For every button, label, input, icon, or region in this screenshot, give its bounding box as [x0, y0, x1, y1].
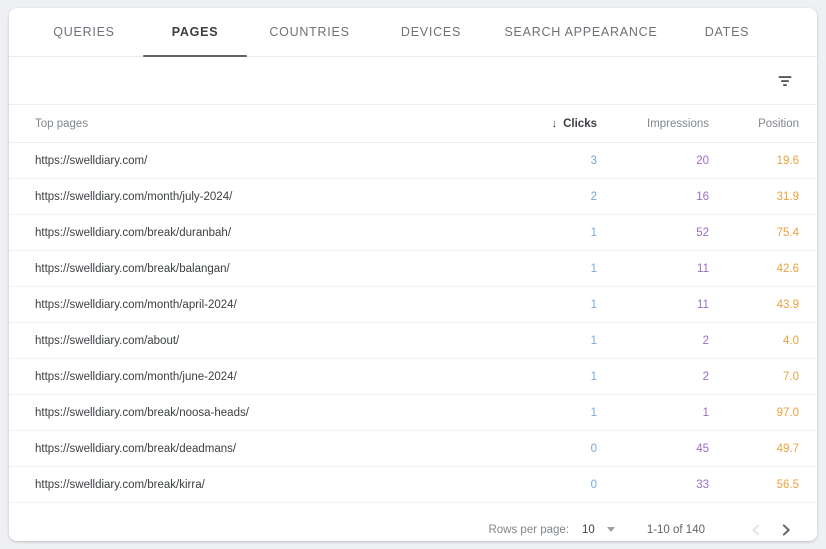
- row-impressions: 1: [702, 406, 709, 419]
- tab-devices[interactable]: DEVICES: [372, 8, 490, 57]
- row-position: 42.6: [776, 262, 799, 275]
- tab-queries-label: QUERIES: [53, 24, 115, 39]
- table-row[interactable]: https://swelldiary.com/break/balangan/ 1…: [9, 251, 817, 287]
- row-position: 97.0: [776, 406, 799, 419]
- row-impressions: 52: [696, 226, 709, 239]
- row-page-url: https://swelldiary.com/break/balangan/: [35, 262, 230, 275]
- row-clicks: 0: [590, 478, 597, 491]
- column-header-position-label: Position: [758, 117, 799, 130]
- row-page-url: https://swelldiary.com/month/july-2024/: [35, 190, 233, 203]
- tab-dates[interactable]: DATES: [672, 8, 782, 57]
- row-clicks: 1: [590, 298, 597, 311]
- table-row[interactable]: https://swelldiary.com/month/april-2024/…: [9, 287, 817, 323]
- rows-per-page-select[interactable]: 10: [582, 524, 615, 536]
- column-header-impressions[interactable]: Impressions: [597, 118, 709, 130]
- row-page-url: https://swelldiary.com/month/june-2024/: [35, 370, 237, 383]
- chevron-left-icon: [752, 524, 759, 535]
- rows-per-page-label: Rows per page:: [488, 523, 570, 536]
- results-table: Top pages ↓ Clicks Impressions Position h…: [9, 105, 817, 503]
- row-impressions: 20: [696, 154, 709, 167]
- table-row[interactable]: https://swelldiary.com/month/july-2024/ …: [9, 179, 817, 215]
- row-position: 31.9: [776, 190, 799, 203]
- row-page-url: https://swelldiary.com/: [35, 154, 148, 167]
- row-position: 75.4: [776, 226, 799, 239]
- row-clicks: 3: [590, 154, 597, 167]
- column-header-top-pages-label: Top pages: [35, 117, 89, 130]
- column-header-position[interactable]: Position: [709, 118, 799, 130]
- row-clicks: 2: [590, 190, 597, 203]
- previous-page-button[interactable]: [741, 515, 771, 542]
- row-impressions: 33: [696, 478, 709, 491]
- table-row[interactable]: https://swelldiary.com/break/duranbah/ 1…: [9, 215, 817, 251]
- row-impressions: 11: [697, 262, 709, 275]
- tab-dates-label: DATES: [704, 24, 750, 39]
- row-position: 7.0: [783, 370, 799, 383]
- table-row[interactable]: https://swelldiary.com/break/kirra/ 0 33…: [9, 467, 817, 503]
- chevron-right-icon: [782, 523, 790, 536]
- table-row[interactable]: https://swelldiary.com/about/ 1 2 4.0: [9, 323, 817, 359]
- row-clicks: 1: [590, 262, 597, 275]
- table-header-row: Top pages ↓ Clicks Impressions Position: [9, 105, 817, 143]
- row-position: 43.9: [776, 298, 799, 311]
- row-clicks: 1: [590, 406, 597, 419]
- row-page-url: https://swelldiary.com/about/: [35, 334, 180, 347]
- report-card: QUERIES PAGES COUNTRIES DEVICES SEARCH A…: [9, 8, 817, 541]
- table-row[interactable]: https://swelldiary.com/break/deadmans/ 0…: [9, 431, 817, 467]
- row-clicks: 0: [590, 442, 597, 455]
- row-page-url: https://swelldiary.com/month/april-2024/: [35, 298, 237, 311]
- table-row[interactable]: https://swelldiary.com/ 3 20 19.6: [9, 143, 817, 179]
- row-impressions: 2: [702, 370, 709, 383]
- rows-per-page-value: 10: [582, 523, 595, 536]
- filter-list-icon[interactable]: [772, 68, 798, 94]
- tab-pages-label: PAGES: [171, 24, 219, 39]
- row-impressions: 2: [702, 334, 709, 347]
- row-position: 49.7: [776, 442, 799, 455]
- chevron-down-icon: [606, 527, 615, 532]
- active-tab-indicator: [143, 54, 247, 57]
- tab-search-appearance-label: SEARCH APPEARANCE: [504, 24, 658, 39]
- table-toolbar: [9, 57, 817, 105]
- row-page-url: https://swelldiary.com/break/deadmans/: [35, 442, 237, 455]
- table-row[interactable]: https://swelldiary.com/break/noosa-heads…: [9, 395, 817, 431]
- tab-search-appearance[interactable]: SEARCH APPEARANCE: [490, 8, 672, 57]
- row-position: 19.6: [776, 154, 799, 167]
- row-position: 4.0: [783, 334, 799, 347]
- row-page-url: https://swelldiary.com/break/duranbah/: [35, 226, 232, 239]
- table-pagination: Rows per page: 10 1-10 of 140: [9, 503, 817, 541]
- row-impressions: 16: [696, 190, 709, 203]
- tab-pages[interactable]: PAGES: [143, 8, 247, 57]
- next-page-button[interactable]: [771, 515, 801, 542]
- row-position: 56.5: [776, 478, 799, 491]
- sort-descending-icon: ↓: [551, 117, 558, 130]
- row-impressions: 11: [697, 298, 709, 311]
- row-clicks: 1: [590, 226, 597, 239]
- tab-queries[interactable]: QUERIES: [25, 8, 143, 57]
- tab-countries[interactable]: COUNTRIES: [247, 8, 372, 57]
- row-page-url: https://swelldiary.com/break/noosa-heads…: [35, 406, 249, 419]
- column-header-clicks-label: Clicks: [563, 117, 597, 130]
- column-header-clicks[interactable]: ↓ Clicks: [479, 118, 597, 130]
- row-clicks: 1: [590, 334, 597, 347]
- table-row[interactable]: https://swelldiary.com/month/june-2024/ …: [9, 359, 817, 395]
- row-clicks: 1: [590, 370, 597, 383]
- row-page-url: https://swelldiary.com/break/kirra/: [35, 478, 205, 491]
- tab-devices-label: DEVICES: [400, 24, 462, 39]
- tab-countries-label: COUNTRIES: [269, 24, 350, 39]
- row-impressions: 45: [696, 442, 709, 455]
- column-header-impressions-label: Impressions: [647, 117, 709, 130]
- column-header-top-pages[interactable]: Top pages: [35, 118, 479, 130]
- pagination-range-label: 1-10 of 140: [646, 523, 705, 536]
- tab-bar: QUERIES PAGES COUNTRIES DEVICES SEARCH A…: [9, 8, 817, 57]
